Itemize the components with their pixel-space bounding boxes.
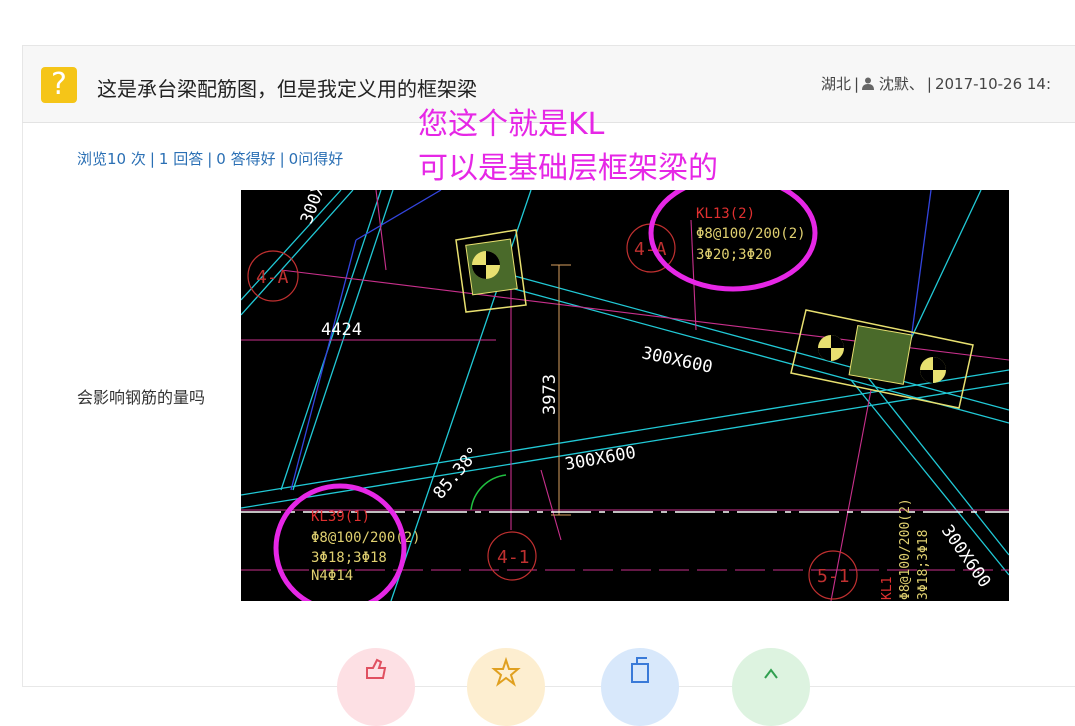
up-arrow-icon xyxy=(764,668,778,679)
beam-label-kl13: KL13(2) xyxy=(696,206,755,222)
axis-label-4a-left: 4-A xyxy=(256,267,289,288)
thumbs-up-icon xyxy=(366,658,387,679)
annotation-line-2: 可以是基础层框架梁的 xyxy=(418,151,718,186)
post-date: 2017-10-26 14: xyxy=(934,75,1052,93)
axis-label-51: 5-1 xyxy=(817,566,850,587)
cad-drawing-image[interactable]: 4-A 4-A 4-1 5-1 KL13(2) Φ8@100/200(2) 3Φ… xyxy=(241,190,1009,601)
beam-side-kl39: N4Φ14 xyxy=(311,568,353,584)
partial-bars: 3Φ18;3Φ18 xyxy=(916,530,931,600)
cad-drawing: 4-A 4-A 4-1 5-1 KL13(2) Φ8@100/200(2) 3Φ… xyxy=(241,190,1009,601)
question-icon: ? xyxy=(41,67,77,103)
share-icon xyxy=(631,657,649,683)
beam-stirrup-kl13: Φ8@100/200(2) xyxy=(696,226,806,242)
beam-bars-kl39: 3Φ18;3Φ18 xyxy=(311,550,387,566)
good-answers-count: 0 答得好 xyxy=(216,150,276,168)
question-title: 这是承台梁配筋图，但是我定义用的框架梁 xyxy=(97,77,477,101)
question-body: 会影响钢筋的量吗 xyxy=(77,388,206,407)
views-count: 浏览10 次 xyxy=(77,150,146,168)
star-icon xyxy=(491,656,521,687)
like-button[interactable] xyxy=(337,648,415,726)
location-link[interactable]: 湖北 xyxy=(821,75,851,93)
partial-kl1: KL1 xyxy=(880,577,895,600)
beam-label-kl39: KL39(1) xyxy=(311,509,370,525)
column-pad-left xyxy=(455,229,527,313)
user-icon xyxy=(862,76,875,94)
question-stats: 浏览10 次 | 1 回答 | 0 答得好 | 0问得好 xyxy=(77,150,344,168)
axis-label-41: 4-1 xyxy=(497,547,530,568)
good-questions-count: 0问得好 xyxy=(288,150,344,168)
partial-stirrup: Φ8@100/200(2) xyxy=(898,498,913,600)
question-meta: 湖北 | 沈默、 | 2017-10-26 14: xyxy=(821,75,1052,94)
answers-count[interactable]: 1 回答 xyxy=(159,150,203,168)
dim-3973: 3973 xyxy=(540,374,560,415)
beam-bars-kl13: 3Φ20;3Φ20 xyxy=(696,247,772,263)
beam-size-2: 300X600 xyxy=(563,443,637,475)
beam-size-3: 300X600 xyxy=(937,521,994,591)
favorite-button[interactable] xyxy=(467,648,545,726)
annotation-line-1: 您这个就是KL xyxy=(418,107,605,142)
upvote-button[interactable] xyxy=(732,648,810,726)
dim-4424: 4424 xyxy=(321,320,362,340)
author-link[interactable]: 沈默、 xyxy=(879,75,924,93)
share-button[interactable] xyxy=(601,648,679,726)
beam-size-1: 300X600 xyxy=(640,343,714,377)
